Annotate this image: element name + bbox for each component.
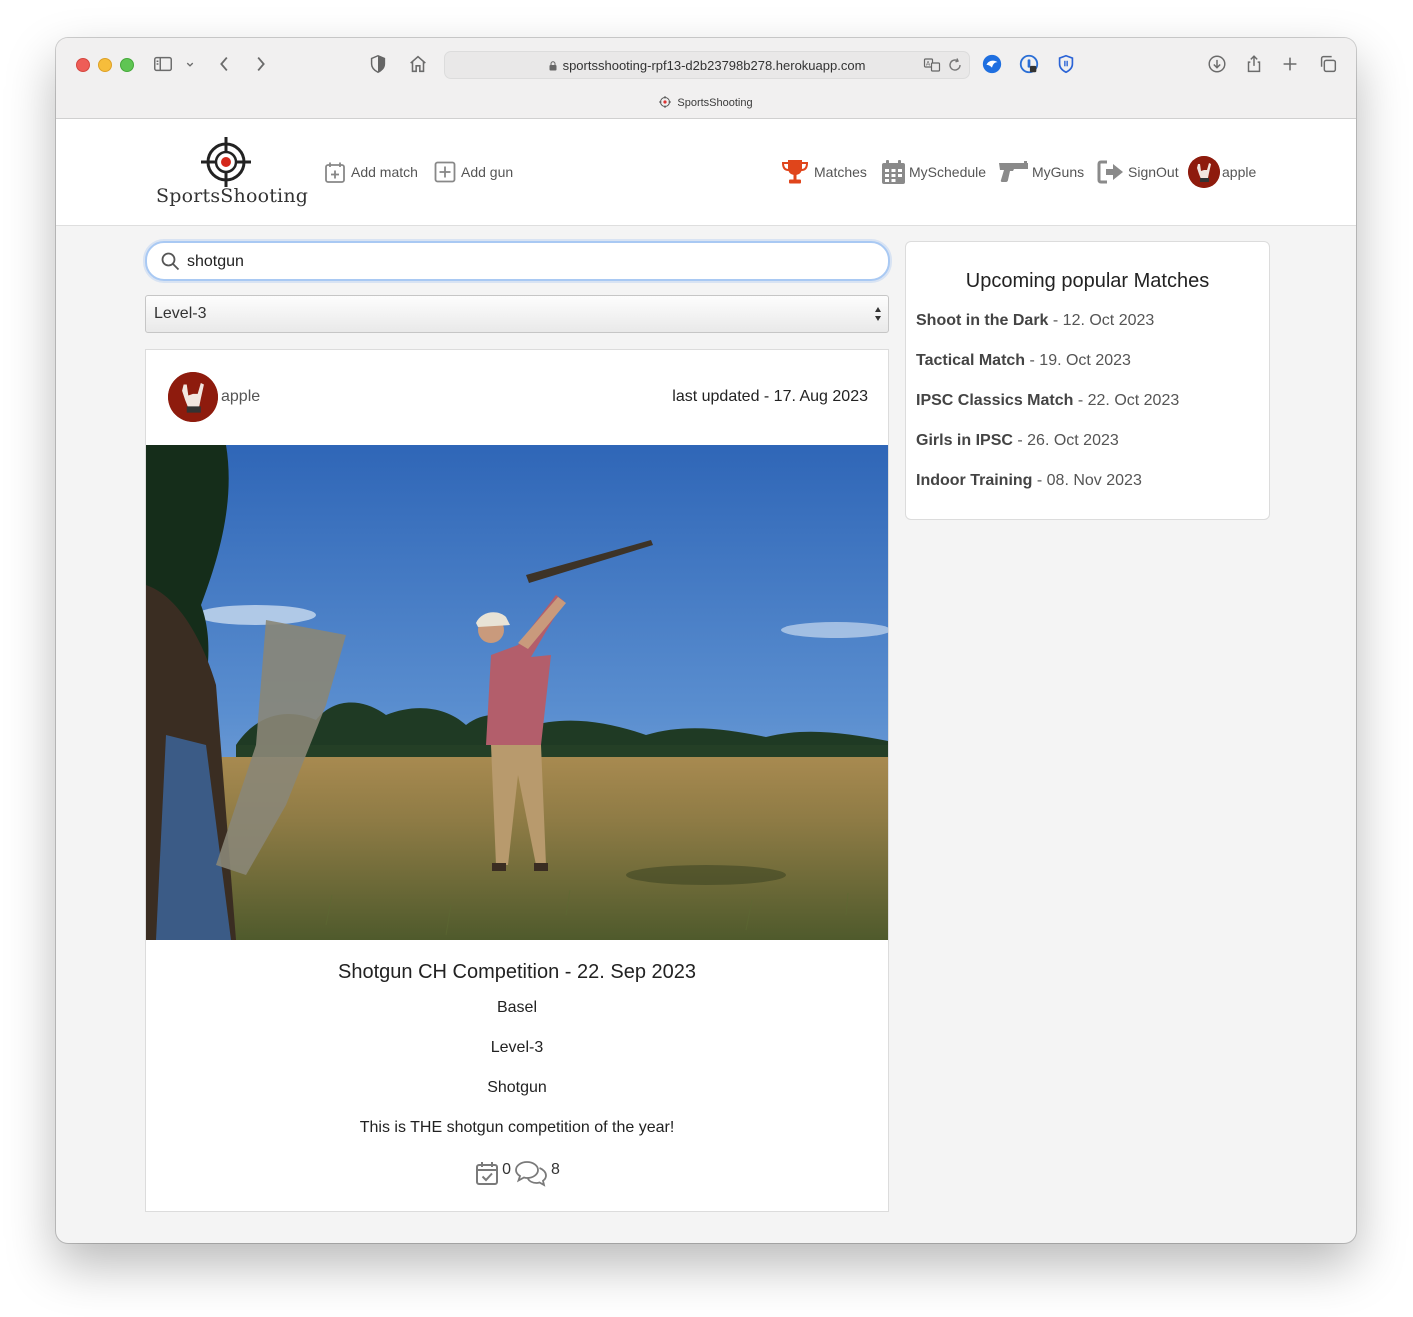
forward-arrow-icon[interactable] [249,53,271,75]
last-updated: last updated - 17. Aug 2023 [672,388,868,405]
select-arrows-icon [875,307,881,321]
author-name[interactable]: apple [221,388,260,406]
share-icon[interactable] [1243,53,1265,75]
url-text: sportsshooting-rpf13-d2b23798b278.heroku… [562,58,866,73]
match-photo[interactable] [146,445,888,940]
popular-match-name: Shoot in the Dark [916,312,1049,329]
lock-icon [549,61,557,71]
window-controls [76,58,134,72]
home-icon[interactable] [407,53,429,75]
popular-match-item[interactable]: Indoor Training - 08. Nov 2023 [916,472,1142,490]
match-description: This is THE shotgun competition of the y… [359,1119,675,1136]
popular-match-date: - 26. Oct 2023 [1012,432,1119,449]
search-bar [145,241,890,281]
trophy-icon [780,157,810,187]
match-category: Shotgun [487,1079,547,1096]
match-location: Basel [496,999,538,1016]
popular-match-item[interactable]: IPSC Classics Match - 22. Oct 2023 [916,392,1179,410]
popular-match-item[interactable]: Tactical Match - 19. Oct 2023 [916,352,1131,370]
chevron-down-icon[interactable] [184,53,196,75]
address-bar[interactable]: sportsshooting-rpf13-d2b23798b278.heroku… [444,51,970,79]
target-favicon-icon [659,96,672,108]
close-window-button[interactable] [76,58,90,72]
nav-myguns[interactable]: MyGuns [998,157,1084,187]
popular-match-date: - 22. Oct 2023 [1073,392,1180,409]
nav-user-profile[interactable]: apple [1188,156,1257,188]
crosshair-logo-icon [201,137,251,187]
plus-square-icon [433,160,457,184]
nav-signout-label: SignOut [1128,164,1179,180]
tab-overview-icon[interactable] [1317,53,1339,75]
active-tab[interactable]: SportsShooting [56,96,1356,109]
reload-icon[interactable] [947,57,963,73]
nav-myschedule[interactable]: MySchedule [881,157,986,187]
nav-add-gun[interactable]: Add gun [433,157,513,187]
password-manager-icon[interactable] [1018,53,1040,75]
rock-hand-icon [168,372,218,422]
calendar-check-icon[interactable] [474,1160,500,1186]
comment-count: 8 [551,1161,560,1178]
match-level: Level-3 [490,1039,544,1056]
shield-extension-icon[interactable] [1055,53,1077,75]
level-select-value: Level-3 [154,305,207,322]
search-icon [160,251,180,271]
popular-match-date: - 08. Nov 2023 [1032,472,1142,489]
tab-title: SportsShooting [677,97,753,109]
match-card[interactable]: apple last updated - 17. Aug 2023 Shotgu… [145,349,889,1212]
minimize-window-button[interactable] [98,58,112,72]
popular-match-date: - 19. Oct 2023 [1025,352,1131,369]
site-navbar: SportsShooting Add match Add gun Matches… [56,119,1356,226]
match-card-footer: 0 8 [146,1158,888,1188]
nav-signout[interactable]: SignOut [1097,157,1179,187]
nav-add-match[interactable]: Add match [323,157,418,187]
extension-bird-icon[interactable] [981,53,1003,75]
level-select[interactable]: Level-3 [145,295,889,333]
pistol-icon [998,160,1029,184]
popular-match-name: Tactical Match [916,352,1026,369]
search-input[interactable] [185,247,869,277]
sidebar-toggle-icon[interactable] [152,53,174,75]
back-arrow-icon[interactable] [214,53,236,75]
nav-user-label: apple [1222,164,1257,180]
popular-match-item[interactable]: Girls in IPSC - 26. Oct 2023 [916,432,1119,450]
rock-hand-icon [1188,156,1220,188]
new-tab-plus-icon[interactable] [1279,53,1301,75]
nav-myschedule-label: MySchedule [909,164,987,180]
match-card-header: apple last updated - 17. Aug 2023 [168,372,868,424]
popular-matches-panel: Upcoming popular Matches Shoot in the Da… [905,241,1270,520]
author-avatar[interactable] [168,372,218,422]
user-avatar [1188,156,1220,188]
calendar-icon [881,159,906,185]
translate-icon[interactable]: A [923,56,941,74]
nav-matches[interactable]: Matches [780,157,867,187]
nav-add-match-label: Add match [351,164,418,180]
downloads-icon[interactable] [1206,53,1228,75]
logo-text: SportsShooting [156,185,309,207]
zoom-window-button[interactable] [120,58,134,72]
nav-add-gun-label: Add gun [461,164,514,180]
comments-icon[interactable] [513,1158,549,1188]
privacy-shield-icon[interactable] [367,53,389,75]
browser-window: sportsshooting-rpf13-d2b23798b278.heroku… [56,38,1356,1243]
nav-matches-label: Matches [814,164,867,180]
sign-out-icon [1097,160,1125,184]
popular-match-date: - 12. Oct 2023 [1048,312,1155,329]
popular-match-name: Indoor Training [916,472,1033,489]
popular-heading: Upcoming popular Matches [965,270,1210,292]
nav-myguns-label: MyGuns [1032,164,1085,180]
popular-match-name: IPSC Classics Match [916,392,1074,409]
schedule-count: 0 [502,1161,511,1178]
popular-match-item[interactable]: Shoot in the Dark - 12. Oct 2023 [916,312,1154,330]
browser-toolbar: sportsshooting-rpf13-d2b23798b278.heroku… [56,38,1356,119]
match-title[interactable]: Shotgun CH Competition - 22. Sep 2023 [146,961,888,984]
site-logo[interactable]: SportsShooting [156,137,309,211]
calendar-plus-icon [323,160,347,184]
popular-match-name: Girls in IPSC [916,432,1013,449]
